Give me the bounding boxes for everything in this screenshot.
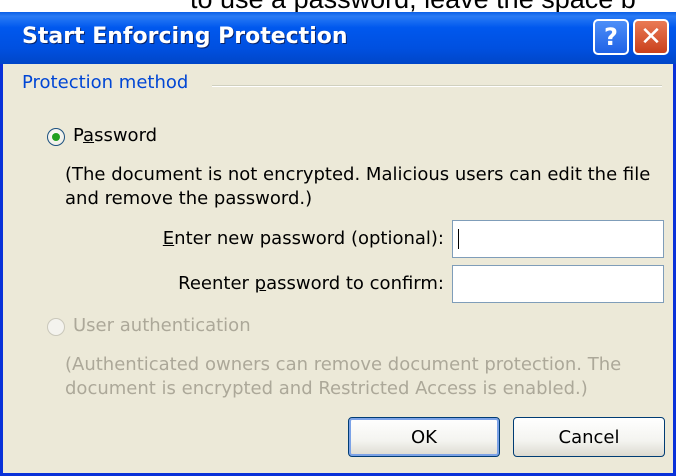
password-label-accesskey: a bbox=[83, 125, 95, 146]
cancel-button-label: Cancel bbox=[558, 426, 620, 448]
new-password-input[interactable] bbox=[452, 220, 664, 258]
ok-button[interactable]: OK bbox=[348, 417, 500, 457]
user-authentication-label: User authentication bbox=[73, 315, 251, 336]
new-password-label-text: nter new password (optional): bbox=[174, 228, 444, 249]
password-label-post: ssword bbox=[94, 125, 158, 146]
ok-button-label: OK bbox=[411, 426, 437, 448]
new-password-label-accesskey: E bbox=[162, 228, 175, 249]
help-icon: ? bbox=[604, 23, 618, 51]
dialog-title: Start Enforcing Protection bbox=[22, 24, 348, 49]
password-radio-label[interactable]: Password bbox=[73, 125, 157, 146]
password-description: (The document is not encrypted. Maliciou… bbox=[65, 164, 651, 209]
confirm-password-label-post: assword to confirm: bbox=[266, 273, 444, 294]
confirm-password-input[interactable] bbox=[452, 265, 664, 303]
cancel-button[interactable]: Cancel bbox=[513, 417, 665, 457]
confirm-password-label-pre: Reenter bbox=[178, 273, 255, 294]
user-authentication-description: (Authenticated owners can remove documen… bbox=[65, 354, 622, 399]
radio-selected-dot-icon bbox=[52, 133, 60, 141]
protection-method-group-label: Protection method bbox=[22, 72, 189, 93]
password-label-pre: P bbox=[73, 125, 84, 146]
new-password-label: Enter new password (optional): bbox=[144, 228, 444, 249]
password-radio[interactable] bbox=[47, 128, 65, 146]
confirm-password-label: Reenter password to confirm: bbox=[144, 273, 444, 294]
help-button[interactable]: ? bbox=[593, 19, 629, 55]
title-bar[interactable]: Start Enforcing Protection ? ✕ bbox=[0, 12, 676, 64]
confirm-password-label-accesskey: p bbox=[254, 273, 267, 294]
group-divider bbox=[212, 85, 662, 87]
text-caret bbox=[458, 229, 459, 249]
close-icon: ✕ bbox=[640, 22, 662, 52]
close-button[interactable]: ✕ bbox=[633, 19, 669, 55]
user-authentication-radio[interactable] bbox=[47, 318, 65, 336]
